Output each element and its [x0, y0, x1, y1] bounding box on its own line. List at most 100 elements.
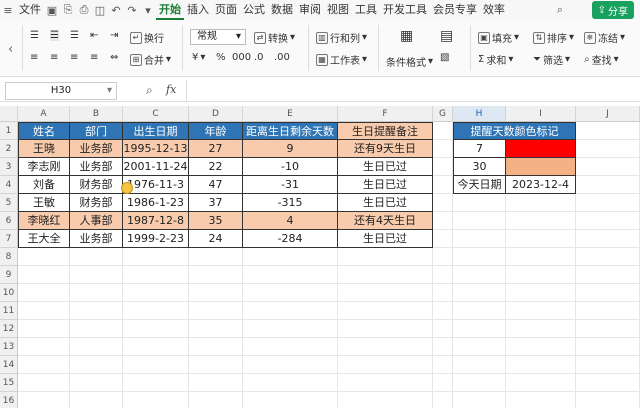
table-cell[interactable]: 生日已过 [338, 158, 433, 176]
empty-cell[interactable] [338, 284, 433, 302]
empty-cell[interactable] [189, 338, 243, 356]
reminder-title-cell[interactable]: 提醒天数颜色标记 [453, 122, 576, 140]
row-header[interactable]: 5 [0, 194, 18, 212]
table-cell[interactable]: 生日已过 [338, 194, 433, 212]
name-box[interactable]: H30 ▾ [5, 82, 117, 100]
empty-cell[interactable] [506, 356, 576, 374]
empty-cell[interactable] [433, 356, 453, 374]
empty-cell[interactable] [338, 374, 433, 392]
distribute-icon[interactable]: ⇔ [110, 52, 118, 63]
empty-cell[interactable] [18, 284, 70, 302]
empty-cell[interactable] [243, 302, 338, 320]
empty-cell[interactable] [123, 302, 189, 320]
empty-cell[interactable] [453, 356, 506, 374]
col-header[interactable]: A [18, 106, 70, 122]
table-cell[interactable]: 李晓红 [18, 212, 70, 230]
empty-cell[interactable] [70, 266, 123, 284]
col-header[interactable]: F [338, 106, 433, 122]
sort-button[interactable]: ⇅ 排序 ▾ [533, 30, 574, 45]
number-format-select[interactable]: 常规 ▾ [190, 29, 246, 45]
empty-cell[interactable] [576, 212, 640, 230]
empty-cell[interactable] [453, 284, 506, 302]
empty-cell[interactable] [189, 374, 243, 392]
table-cell[interactable]: 生日已过 [338, 176, 433, 194]
menu-file[interactable]: 文件 [16, 0, 44, 20]
empty-cell[interactable] [123, 248, 189, 266]
table-cell[interactable]: 9 [243, 140, 338, 158]
empty-cell[interactable] [433, 212, 453, 230]
empty-cell[interactable] [243, 374, 338, 392]
worksheet-button[interactable]: ▦ 工作表 ▾ [316, 52, 367, 67]
table-cell[interactable]: 李志刚 [18, 158, 70, 176]
empty-cell[interactable] [338, 356, 433, 374]
tab-dev-tools[interactable]: 开发工具 [380, 0, 430, 20]
formula-input[interactable] [186, 80, 640, 102]
justify-icon[interactable]: ≡ [90, 52, 98, 63]
tab-page[interactable]: 页面 [212, 0, 240, 20]
empty-cell[interactable] [433, 230, 453, 248]
share-button[interactable]: ⇪ 分享 [591, 1, 634, 19]
empty-cell[interactable] [453, 248, 506, 266]
empty-cell[interactable] [506, 284, 576, 302]
table-cell[interactable]: 还有9天生日 [338, 140, 433, 158]
empty-cell[interactable] [243, 356, 338, 374]
table-cell[interactable]: 王晓 [18, 140, 70, 158]
empty-cell[interactable] [189, 284, 243, 302]
table-cell[interactable]: 1986-1-23 [123, 194, 189, 212]
empty-cell[interactable] [576, 158, 640, 176]
empty-cell[interactable] [506, 302, 576, 320]
redo-icon[interactable]: ↷ [124, 0, 140, 20]
row-header[interactable]: 4 [0, 176, 18, 194]
table-cell[interactable]: 47 [189, 176, 243, 194]
empty-cell[interactable] [506, 248, 576, 266]
tab-home[interactable]: 开始 [156, 1, 184, 20]
empty-cell[interactable] [433, 338, 453, 356]
empty-cell[interactable] [453, 374, 506, 392]
reminder-days-cell[interactable]: 7 [453, 140, 506, 158]
tab-review[interactable]: 审阅 [296, 0, 324, 20]
table-cell[interactable]: -10 [243, 158, 338, 176]
empty-cell[interactable] [433, 392, 453, 408]
empty-cell[interactable] [506, 194, 576, 212]
freeze-button[interactable]: ❄ 冻结 ▾ [584, 30, 625, 45]
table-cell[interactable]: 22 [189, 158, 243, 176]
tab-view[interactable]: 视图 [324, 0, 352, 20]
decimal-decrease-icon[interactable]: .00 [274, 52, 290, 63]
outdent-icon[interactable]: ⇥ [110, 30, 118, 41]
table-cell[interactable]: 王大全 [18, 230, 70, 248]
tab-insert[interactable]: 插入 [184, 0, 212, 20]
export-icon[interactable]: ⎘ [60, 0, 76, 20]
empty-cell[interactable] [453, 266, 506, 284]
table-cell[interactable]: 业务部 [70, 140, 123, 158]
table-cell[interactable]: 还有4天生日 [338, 212, 433, 230]
col-header[interactable]: I [506, 106, 576, 122]
empty-cell[interactable] [433, 140, 453, 158]
empty-cell[interactable] [18, 338, 70, 356]
table-cell[interactable]: 4 [243, 212, 338, 230]
empty-cell[interactable] [576, 122, 640, 140]
table-cell[interactable]: -31 [243, 176, 338, 194]
row-header[interactable]: 16 [0, 392, 18, 408]
tab-data[interactable]: 数据 [268, 0, 296, 20]
empty-cell[interactable] [433, 176, 453, 194]
row-col-button[interactable]: ▥ 行和列 ▾ [316, 30, 367, 45]
empty-cell[interactable] [243, 320, 338, 338]
menu-icon[interactable]: ≡ [0, 0, 16, 20]
table-header-cell[interactable]: 距离生日剩余天数 [243, 122, 338, 140]
empty-cell[interactable] [433, 122, 453, 140]
col-header[interactable]: D [189, 106, 243, 122]
preview-icon[interactable]: ◫ [92, 0, 108, 20]
empty-cell[interactable] [576, 230, 640, 248]
percent-button[interactable]: % [216, 52, 226, 63]
empty-cell[interactable] [123, 356, 189, 374]
table-cell[interactable]: 刘备 [18, 176, 70, 194]
select-all-corner[interactable] [0, 106, 18, 122]
wrap-button[interactable]: ↵ 换行 [130, 30, 164, 45]
table-cell[interactable]: 王敏 [18, 194, 70, 212]
zoom-icon[interactable]: ⌕ [146, 83, 153, 98]
empty-cell[interactable] [506, 338, 576, 356]
reminder-color-salmon[interactable] [506, 158, 576, 176]
empty-cell[interactable] [576, 338, 640, 356]
empty-cell[interactable] [189, 356, 243, 374]
empty-cell[interactable] [506, 392, 576, 408]
